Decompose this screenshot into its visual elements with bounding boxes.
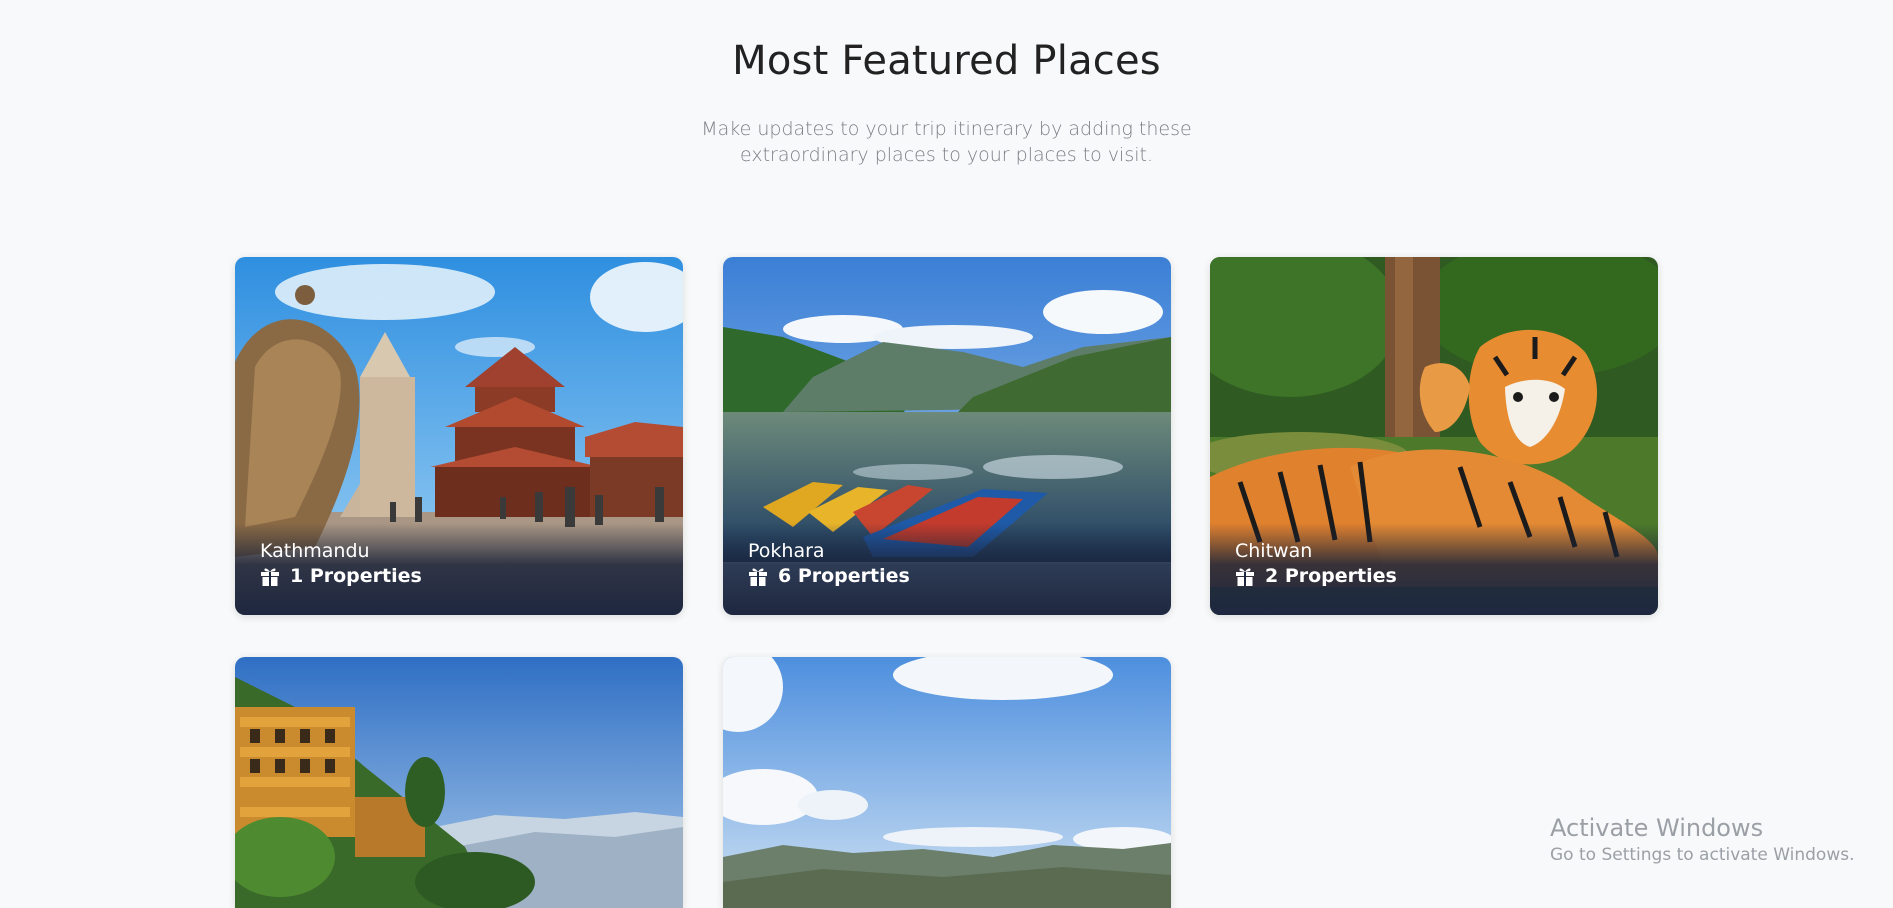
section-subtitle: Make updates to your trip itinerary by a… bbox=[701, 118, 1192, 166]
place-name: Chitwan bbox=[1235, 540, 1313, 562]
watermark-subtitle: Go to Settings to activate Windows. bbox=[1550, 845, 1855, 865]
card-info: Kathmandu 1 Properties bbox=[260, 539, 422, 588]
place-name: Pokhara bbox=[748, 540, 825, 562]
card-info: Chitwan 2 Properties bbox=[1235, 539, 1397, 588]
properties-label: 2 Properties bbox=[1265, 565, 1397, 587]
section-title: Most Featured Places bbox=[732, 38, 1161, 84]
gift-icon bbox=[1236, 568, 1254, 586]
place-card-4[interactable] bbox=[235, 657, 683, 908]
properties-label: 1 Properties bbox=[290, 565, 422, 587]
watermark-title: Activate Windows bbox=[1550, 814, 1764, 842]
properties-count: 6 Properties bbox=[748, 564, 910, 588]
card-info: Pokhara 6 Properties bbox=[748, 539, 910, 588]
windows-activation-watermark: Activate Windows Go to Settings to activ… bbox=[1550, 813, 1855, 867]
place-card-kathmandu[interactable]: Kathmandu 1 Properties bbox=[235, 257, 683, 615]
place-name: Kathmandu bbox=[260, 540, 370, 562]
gift-icon bbox=[261, 568, 279, 586]
place-card-5[interactable] bbox=[723, 657, 1171, 908]
properties-label: 6 Properties bbox=[778, 565, 910, 587]
place-card-chitwan[interactable]: Chitwan 2 Properties bbox=[1210, 257, 1658, 615]
properties-count: 2 Properties bbox=[1235, 564, 1397, 588]
place-card-pokhara[interactable]: Pokhara 6 Properties bbox=[723, 257, 1171, 615]
properties-count: 1 Properties bbox=[260, 564, 422, 588]
valley-image bbox=[723, 657, 1171, 908]
featured-places-page: Most Featured Places Make updates to you… bbox=[0, 0, 1893, 908]
gift-icon bbox=[749, 568, 767, 586]
hillside-town-image bbox=[235, 657, 683, 908]
